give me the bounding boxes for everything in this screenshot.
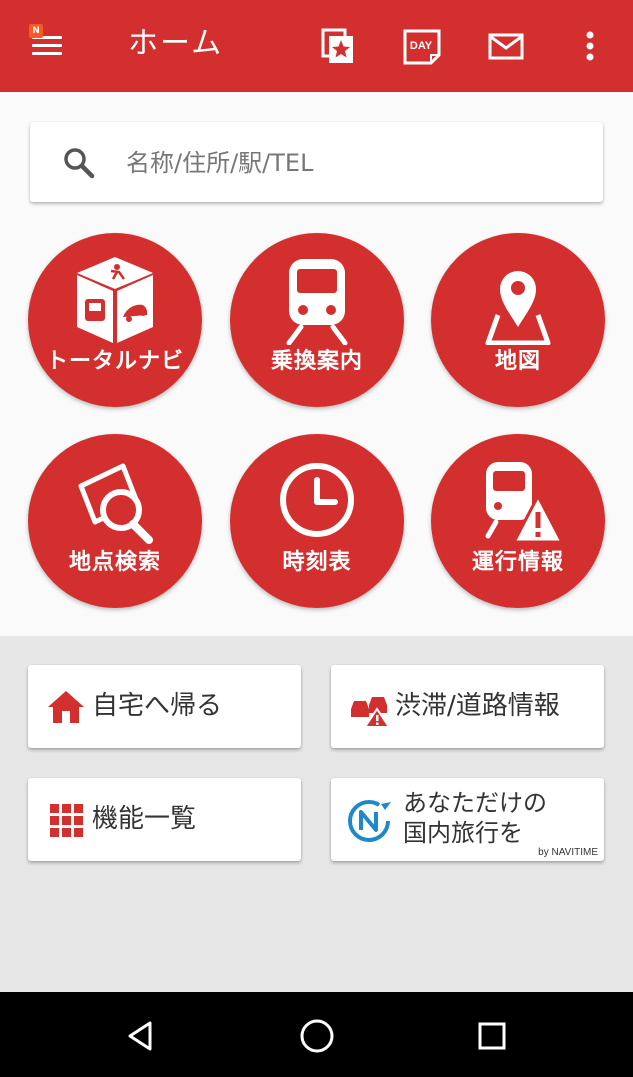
traffic-info-button[interactable]: 渋滞/道路情報 [331, 665, 604, 748]
go-home-button[interactable]: 自宅へ帰る [28, 665, 301, 748]
total-navi-icon [77, 257, 153, 343]
place-search-button[interactable]: 地点検索 [28, 434, 202, 608]
travel-promo-button[interactable]: あなただけの 国内旅行を by NAVITIME [331, 778, 604, 861]
travel-promo-line1: あなただけの [403, 789, 547, 817]
mail-icon [488, 33, 524, 60]
more-options-button[interactable] [568, 24, 612, 68]
train-icon [286, 259, 348, 345]
train-alert-icon [485, 462, 565, 544]
back-button[interactable] [117, 1012, 165, 1060]
travel-promo-line2: 国内旅行を [403, 819, 523, 847]
system-nav-bar [0, 992, 633, 1077]
timetable-button[interactable]: 時刻表 [230, 434, 404, 608]
map-pin-icon [485, 271, 551, 345]
home-nav-button[interactable] [293, 1012, 341, 1060]
mail-button[interactable] [484, 24, 528, 68]
search-icon [64, 148, 95, 179]
all-features-label: 機能一覧 [92, 804, 197, 834]
map-button[interactable]: 地図 [431, 233, 605, 407]
traffic-info-label: 渋滞/道路情報 [395, 691, 560, 721]
favorite-star-icon [321, 28, 353, 63]
go-home-label: 自宅へ帰る [92, 691, 223, 721]
favorites-button[interactable] [316, 24, 360, 68]
navitime-travel-logo-icon [348, 800, 391, 842]
home-house-icon [48, 691, 84, 723]
app-bar: N ホーム DAY [0, 0, 633, 92]
home-icon [300, 1019, 334, 1053]
day-button[interactable]: DAY [400, 24, 444, 68]
service-info-button[interactable]: 運行情報 [431, 434, 605, 608]
place-search-icon [78, 463, 153, 544]
notification-badge: N [29, 24, 43, 38]
page-title: ホーム [128, 26, 224, 61]
search-box[interactable]: 名称/住所/駅/TEL [30, 122, 603, 202]
more-vert-icon [586, 31, 594, 61]
transfer-button[interactable]: 乗換案内 [230, 233, 404, 407]
place-search-label: 地点検索 [68, 550, 161, 575]
transfer-label: 乗換案内 [270, 349, 363, 374]
search-placeholder: 名称/住所/駅/TEL [126, 149, 314, 177]
map-label: 地図 [494, 349, 541, 374]
day-calendar-icon: DAY [403, 29, 441, 65]
svg-text:DAY: DAY [410, 40, 433, 52]
clock-icon [280, 463, 354, 537]
grid-icon [50, 804, 83, 837]
menu-button[interactable]: N [22, 24, 76, 68]
all-features-button[interactable]: 機能一覧 [28, 778, 301, 861]
total-navi-button[interactable]: トータルナビ [28, 233, 202, 407]
service-info-label: 運行情報 [471, 550, 564, 575]
recents-icon [478, 1022, 506, 1050]
timetable-label: 時刻表 [282, 550, 352, 575]
recents-button[interactable] [468, 1012, 516, 1060]
travel-promo-by: by NAVITIME [538, 847, 598, 858]
back-icon [128, 1021, 152, 1051]
traffic-jam-icon [351, 697, 389, 727]
total-navi-label: トータルナビ [45, 349, 184, 374]
